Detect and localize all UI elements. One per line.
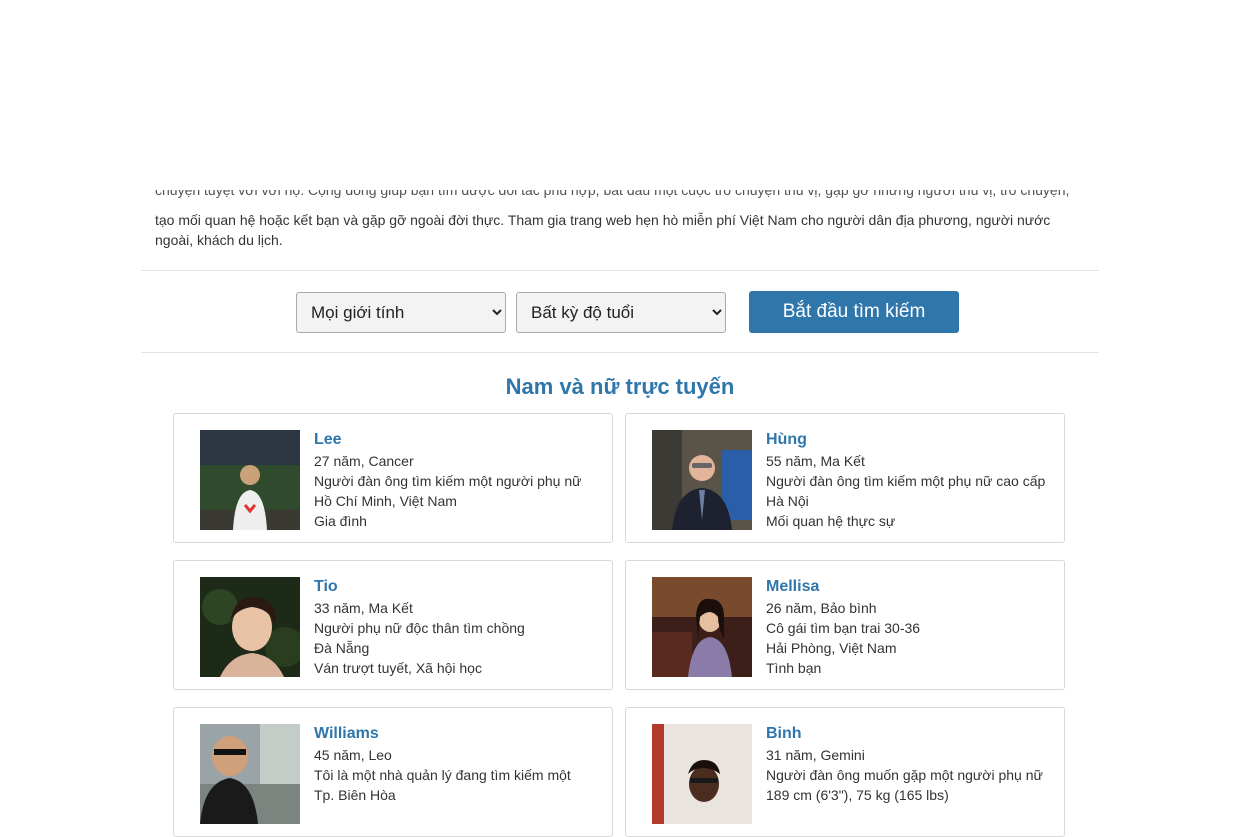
profile-age-sign: 45 năm, Leo [314,747,392,763]
intro-line-clipped: chuyện tuyệt vời với họ. Cộng đồng giúp … [155,190,1070,198]
profile-age-sign: 55 năm, Ma Kết [766,453,865,469]
profile-age-sign: 27 năm, Cancer [314,453,414,469]
profile-seeking: Người phụ nữ độc thân tìm chồng [314,620,525,636]
profile-location: 189 cm (6'3"), 75 kg (165 lbs) [766,787,949,803]
profile-card[interactable]: Tio 33 năm, Ma Kết Người phụ nữ độc thân… [173,560,613,690]
profile-location: Hồ Chí Minh, Việt Nam [314,493,457,509]
profile-seeking: Cô gái tìm bạn trai 30-36 [766,620,921,636]
profile-interest: Mối quan hệ thực sự [766,513,896,529]
profile-age-sign: 33 năm, Ma Kết [314,600,413,616]
intro-paragraph: tạo mối quan hệ hoặc kết bạn và gặp gỡ n… [155,212,1051,248]
profile-card[interactable]: Lee 27 năm, Cancer Người đàn ông tìm kiế… [173,413,613,543]
profile-seeking: Người đàn ông tìm kiếm một phụ nữ cao cấ… [766,473,1046,489]
divider [141,270,1099,271]
profile-photo[interactable] [200,430,300,530]
profile-card[interactable]: Binh 31 năm, Gemini Người đàn ông muốn g… [625,707,1065,837]
profile-name[interactable]: Mellisa [766,576,920,598]
profile-name[interactable]: Lee [314,429,581,451]
profile-photo[interactable] [200,724,300,824]
profile-name[interactable]: Williams [314,723,571,745]
profile-interest: Ván trượt tuyết, Xã hội học [314,660,482,676]
profile-photo[interactable] [652,577,752,677]
profile-interest: Tình bạn [766,660,822,676]
profile-location: Hải Phòng, Việt Nam [766,640,897,656]
profile-photo[interactable] [652,724,752,824]
profile-photo[interactable] [652,430,752,530]
profile-interest: Gia đình [314,513,367,529]
profile-card[interactable]: Mellisa 26 năm, Bảo bình Cô gái tìm bạn … [625,560,1065,690]
search-form: Mọi giới tính Bất kỳ độ tuổi Bắt đầu tìm… [296,291,959,333]
start-search-button[interactable]: Bắt đầu tìm kiếm [749,291,959,333]
profile-name[interactable]: Hùng [766,429,1045,451]
profile-age-sign: 26 năm, Bảo bình [766,600,877,616]
age-select[interactable]: Bất kỳ độ tuổi [516,291,726,333]
profile-card[interactable]: Hùng 55 năm, Ma Kết Người đàn ông tìm ki… [625,413,1065,543]
gender-select[interactable]: Mọi giới tính [296,291,506,333]
profile-seeking: Người đàn ông tìm kiếm một người phụ nữ [314,473,582,489]
profile-age-sign: 31 năm, Gemini [766,747,865,763]
profile-location: Tp. Biên Hòa [314,787,396,803]
profile-location: Đà Nẵng [314,640,370,656]
divider [141,352,1099,353]
profile-photo[interactable] [200,577,300,677]
online-heading: Nam và nữ trực tuyến [505,374,735,399]
profile-name[interactable]: Tio [314,576,525,598]
intro-text: chuyện tuyệt vời với họ. Cộng đồng giúp … [155,190,1085,250]
profile-seeking: Tôi là một nhà quản lý đang tìm kiếm một [314,767,571,783]
profile-card[interactable]: Williams 45 năm, Leo Tôi là một nhà quản… [173,707,613,837]
profile-seeking: Người đàn ông muốn gặp một người phụ nữ [766,767,1043,783]
profile-name[interactable]: Binh [766,723,1043,745]
profile-location: Hà Nội [766,493,809,509]
